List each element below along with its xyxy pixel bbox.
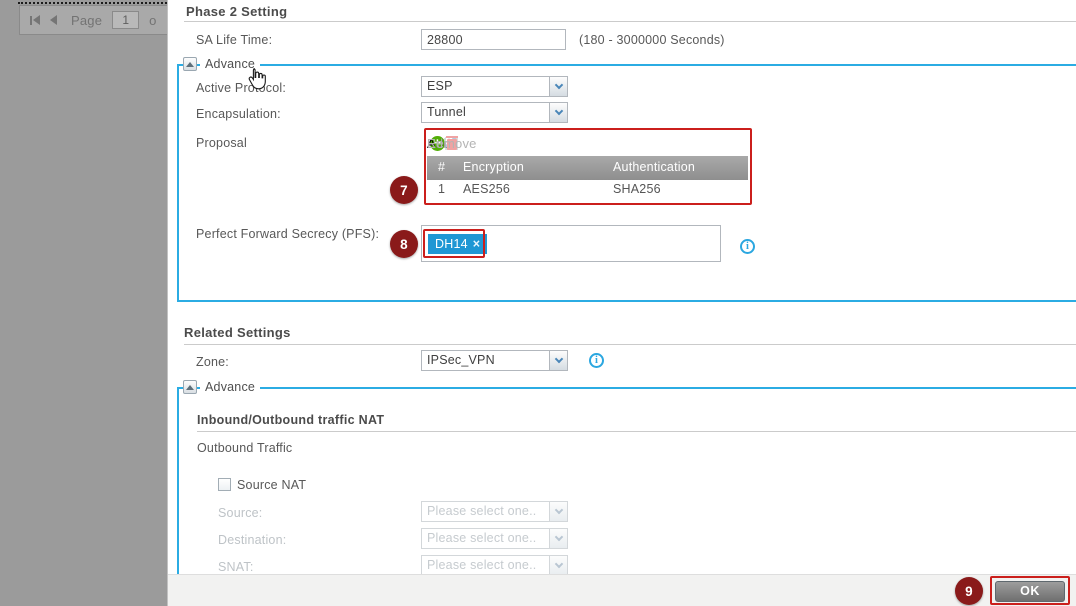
advance2-group-left-border <box>177 387 179 574</box>
sa-life-time-hint: (180 - 3000000 Seconds) <box>579 33 725 47</box>
chevron-down-icon <box>549 350 568 371</box>
advance-group-top-border <box>177 64 1076 66</box>
sa-life-time-label: SA Life Time: <box>196 33 272 47</box>
source-select: Please select one.. <box>421 501 568 522</box>
collapse-arrow-icon[interactable] <box>183 380 197 394</box>
zone-label: Zone: <box>196 355 229 369</box>
active-protocol-label: Active Protocol: <box>196 81 286 95</box>
advance-group-bottom-border <box>177 300 1076 302</box>
outbound-traffic-label: Outbound Traffic <box>197 441 292 455</box>
pfs-label: Perfect Forward Secrecy (PFS): <box>196 227 379 241</box>
page-number-input[interactable] <box>112 11 139 29</box>
destination-select: Please select one.. <box>421 528 568 549</box>
destination-label: Destination: <box>218 533 286 547</box>
chevron-down-icon <box>549 528 568 549</box>
previous-page-icon[interactable] <box>50 15 57 25</box>
first-page-icon[interactable] <box>30 15 40 25</box>
chevron-down-icon <box>549 102 568 123</box>
page-count-text: o <box>149 13 156 28</box>
background-pagination-toolbar: Page o <box>19 5 170 35</box>
chevron-down-icon <box>549 501 568 522</box>
section-divider <box>184 344 1076 345</box>
source-nat-label: Source NAT <box>237 478 306 492</box>
phase2-section-title: Phase 2 Setting <box>186 4 287 19</box>
active-protocol-select[interactable]: ESP <box>421 76 568 97</box>
encapsulation-label: Encapsulation: <box>196 107 281 121</box>
related-settings-title: Related Settings <box>184 325 291 340</box>
snat-select: Please select one.. <box>421 555 568 576</box>
page-label: Page <box>71 13 102 28</box>
annotation-box-proposal <box>424 128 752 205</box>
info-icon[interactable]: i <box>589 353 604 368</box>
dialog-footer <box>168 574 1076 606</box>
snat-label: SNAT: <box>218 560 254 574</box>
background-focus-outline <box>18 2 170 4</box>
collapse-arrow-icon[interactable] <box>183 57 197 71</box>
info-icon[interactable]: i <box>740 239 755 254</box>
hand-cursor-icon <box>246 66 268 92</box>
annotation-step-7: 7 <box>390 176 418 204</box>
annotation-step-9: 9 <box>955 577 983 605</box>
advance2-group-top-border <box>177 387 1076 389</box>
phase2-settings-dialog: Phase 2 Setting SA Life Time: (180 - 300… <box>167 0 1076 606</box>
annotation-box-pfs <box>423 229 485 258</box>
advance-toggle-2[interactable]: Advance <box>200 380 260 395</box>
source-label: Source: <box>218 506 262 520</box>
annotation-step-8: 8 <box>390 230 418 258</box>
chevron-down-icon <box>549 555 568 576</box>
encapsulation-select[interactable]: Tunnel <box>421 102 568 123</box>
zone-select[interactable]: IPSec_VPN <box>421 350 568 371</box>
proposal-label: Proposal <box>196 136 247 150</box>
section-divider <box>184 21 1076 22</box>
source-nat-checkbox[interactable] <box>218 478 231 491</box>
ok-button[interactable]: OK <box>995 581 1065 602</box>
nat-section-title: Inbound/Outbound traffic NAT <box>197 413 384 427</box>
advance-group-left-border <box>177 64 179 302</box>
section-divider <box>197 431 1076 432</box>
sa-life-time-input[interactable] <box>421 29 566 50</box>
chevron-down-icon <box>549 76 568 97</box>
